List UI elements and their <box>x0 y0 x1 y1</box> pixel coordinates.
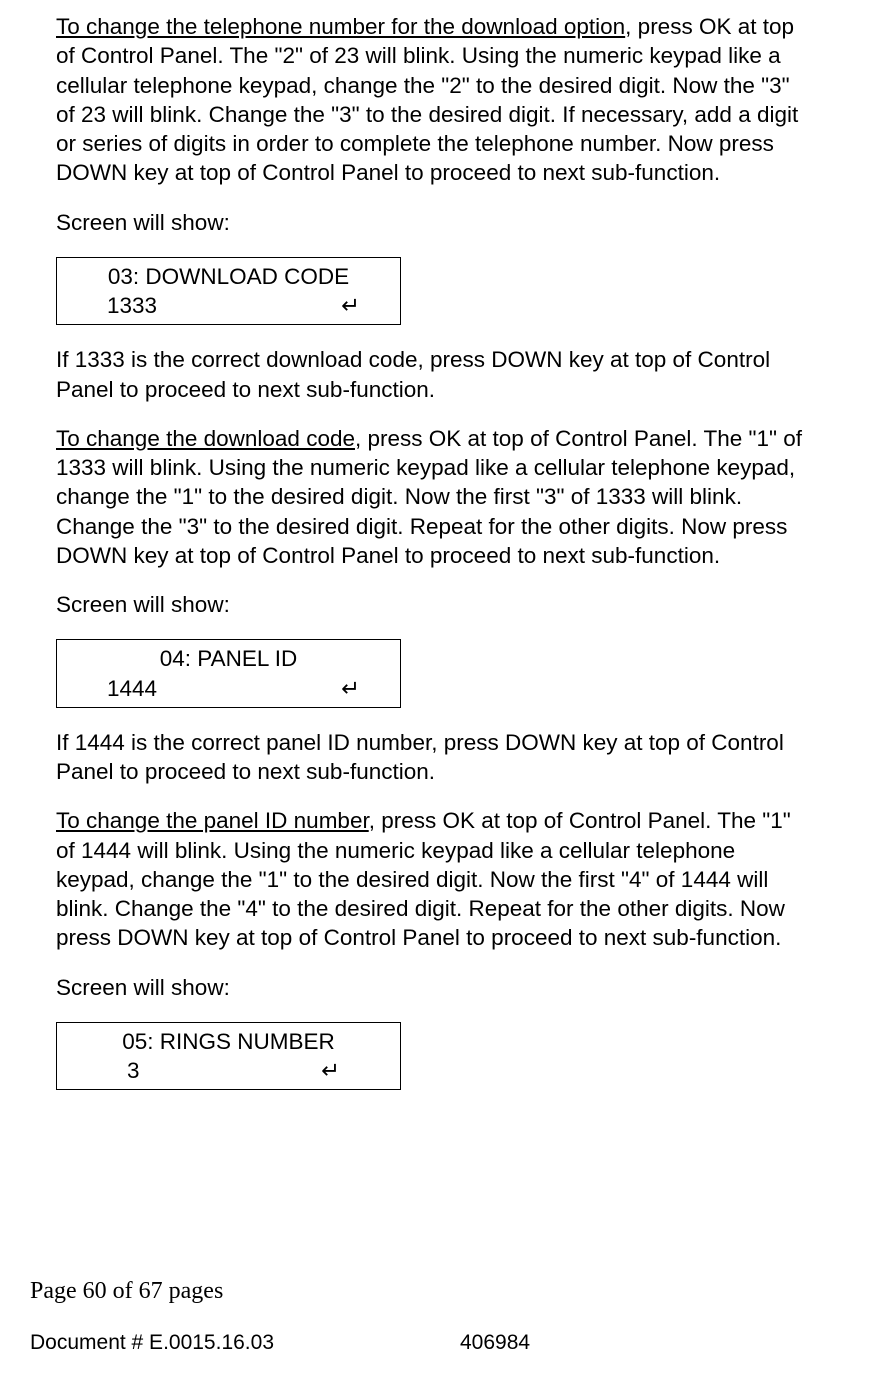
return-icon: ↵ <box>341 291 360 320</box>
lcd-panel-id: 04: PANEL ID 1444 ↵ <box>56 639 401 708</box>
paragraph-change-telephone: To change the telephone number for the d… <box>56 12 808 188</box>
screen-label: Screen will show: <box>56 208 808 237</box>
paragraph-panel-id-ok: If 1444 is the correct panel ID number, … <box>56 728 808 787</box>
lead-text: To change the panel ID number <box>56 808 369 833</box>
page-footer: Page 60 of 67 pages Document # E.0015.16… <box>30 1276 848 1356</box>
return-icon: ↵ <box>341 674 360 703</box>
screen-label: Screen will show: <box>56 973 808 1002</box>
lcd-value: 1333 <box>107 291 157 320</box>
lcd-row: 1333 ↵ <box>69 291 388 320</box>
document-number: Document # E.0015.16.03 <box>30 1329 460 1356</box>
paragraph-download-code-ok: If 1333 is the correct download code, pr… <box>56 345 808 404</box>
lcd-rings-number: 05: RINGS NUMBER 3 ↵ <box>56 1022 401 1091</box>
lcd-value: 1444 <box>107 674 157 703</box>
lead-text: To change the download code <box>56 426 355 451</box>
return-icon: ↵ <box>321 1056 340 1085</box>
page-number: Page 60 of 67 pages <box>30 1276 848 1307</box>
document-id: 406984 <box>460 1329 530 1356</box>
lcd-title: 03: DOWNLOAD CODE <box>69 262 388 291</box>
paragraph-change-panel-id: To change the panel ID number, press OK … <box>56 806 808 952</box>
document-info: Document # E.0015.16.03 406984 <box>30 1329 848 1356</box>
lcd-title: 04: PANEL ID <box>69 644 388 673</box>
lead-text: To change the telephone number for the d… <box>56 14 625 39</box>
paragraph-change-download-code: To change the download code, press OK at… <box>56 424 808 570</box>
lcd-title: 05: RINGS NUMBER <box>69 1027 388 1056</box>
body-text: , press OK at top of Control Panel. The … <box>56 14 798 185</box>
screen-label: Screen will show: <box>56 590 808 619</box>
document-body: To change the telephone number for the d… <box>56 12 848 1090</box>
lcd-row: 1444 ↵ <box>69 674 388 703</box>
lcd-download-code: 03: DOWNLOAD CODE 1333 ↵ <box>56 257 401 326</box>
lcd-value: 3 <box>127 1056 140 1085</box>
lcd-row: 3 ↵ <box>69 1056 388 1085</box>
